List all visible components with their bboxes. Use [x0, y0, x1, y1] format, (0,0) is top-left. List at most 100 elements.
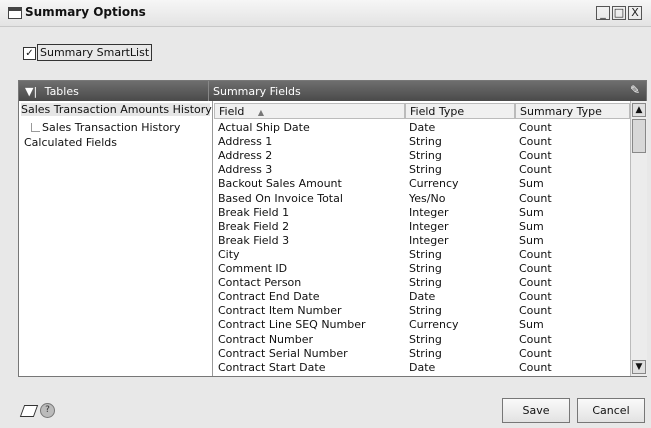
table-row[interactable]: Based On Invoice Total Yes/No Count: [214, 192, 630, 206]
summary-type-cell: Sum: [519, 233, 544, 247]
summary-type-cell: Count: [519, 262, 552, 275]
table-row[interactable]: Contract Number String Count: [214, 333, 630, 347]
tree-connector: [31, 123, 40, 132]
scroll-thumb[interactable]: [632, 119, 646, 153]
field-type-cell: Date: [409, 360, 436, 374]
summary-type-cell: Count: [519, 163, 552, 177]
tables-header[interactable]: ▼| Tables: [25, 85, 79, 98]
table-row[interactable]: Address 3 String Count: [214, 163, 630, 177]
column-header-field[interactable]: Field ▲: [214, 103, 405, 119]
title-bar: Summary Options _ □ X: [0, 0, 651, 27]
help-icon[interactable]: ?: [40, 403, 55, 418]
table-row[interactable]: Contract Start Date Date Count: [214, 361, 630, 375]
summary-options-window: Summary Options _ □ X ✓ Summary SmartLis…: [0, 0, 651, 428]
table-row[interactable]: Contract Serial Number String Count: [214, 347, 630, 361]
field-type-cell: String: [409, 247, 442, 261]
summary-type-cell: Sum: [519, 205, 544, 219]
cancel-button[interactable]: Cancel: [577, 398, 645, 423]
field-cell: Address 1: [218, 135, 273, 149]
minimize-button[interactable]: _: [596, 6, 610, 20]
table-row[interactable]: Break Field 1 Integer Sum: [214, 206, 630, 220]
field-cell: Break Field 1: [218, 205, 290, 219]
summary-type-cell: Count: [519, 121, 552, 134]
maximize-button[interactable]: □: [612, 6, 626, 20]
summary-type-cell: Sum: [519, 219, 544, 233]
table-row[interactable]: Address 2 String Count: [214, 149, 630, 163]
table-row[interactable]: City String Count: [214, 248, 630, 262]
window-icon: [8, 7, 22, 19]
table-row[interactable]: Actual Ship Date Date Count: [214, 121, 630, 135]
field-type-cell: Integer: [409, 205, 449, 219]
table-row[interactable]: Comment ID String Count: [214, 262, 630, 276]
summary-panel: ▼| Tables Summary Fields ✎ Sales Transac…: [18, 80, 647, 377]
field-type-cell: String: [409, 135, 442, 149]
field-cell: Based On Invoice Total: [218, 191, 343, 205]
field-type-cell: Yes/No: [409, 191, 446, 205]
table-row[interactable]: Break Field 3 Integer Sum: [214, 234, 630, 248]
window-title: Summary Options: [25, 5, 146, 19]
summary-smartlist-checkbox[interactable]: ✓: [23, 47, 36, 60]
field-type-cell: String: [409, 304, 442, 318]
summary-type-cell: Count: [519, 149, 552, 163]
field-cell: Actual Ship Date: [218, 121, 310, 134]
tree-item-sales-transaction-history[interactable]: Sales Transaction History: [42, 121, 180, 134]
field-cell: Comment ID: [218, 262, 288, 275]
column-header-field-type[interactable]: Field Type: [405, 103, 515, 119]
tables-tree: Sales Transaction Amounts History Sales …: [19, 101, 213, 376]
tables-header-label: Tables: [44, 85, 79, 98]
summary-fields-grid: Field ▲ Field Type Summary Type Actual S…: [214, 101, 630, 376]
summary-type-cell: Count: [519, 276, 552, 290]
field-cell: Contract Start Date: [218, 360, 326, 374]
field-cell: Contract End Date: [218, 290, 320, 304]
field-type-cell: Integer: [409, 233, 449, 247]
field-type-cell: Currency: [409, 177, 459, 191]
table-row[interactable]: Contract Item Number String Count: [214, 304, 630, 318]
scroll-down-arrow-icon[interactable]: ▼: [632, 360, 646, 374]
note-icon[interactable]: [19, 405, 39, 417]
dropdown-arrow-icon[interactable]: ▼|: [25, 85, 37, 98]
field-cell: Contact Person: [218, 276, 302, 290]
field-type-cell: Date: [409, 290, 436, 304]
close-button[interactable]: X: [628, 6, 642, 20]
field-type-cell: String: [409, 149, 442, 163]
summary-type-cell: Count: [519, 304, 552, 318]
table-row[interactable]: Contract End Date Date Count: [214, 290, 630, 304]
vertical-scrollbar[interactable]: ▲ ▼: [630, 101, 647, 376]
field-type-cell: Integer: [409, 219, 449, 233]
field-cell: Contract Line SEQ Number: [218, 318, 366, 332]
summary-fields-header: Summary Fields: [213, 85, 301, 98]
field-cell: Address 3: [218, 163, 273, 177]
table-row[interactable]: Address 1 String Count: [214, 135, 630, 149]
edit-icon[interactable]: ✎: [630, 83, 640, 97]
summary-type-cell: Sum: [519, 177, 544, 191]
tree-item-sales-transaction-amounts-history[interactable]: Sales Transaction Amounts History: [21, 103, 212, 116]
summary-type-cell: Count: [519, 290, 552, 304]
table-row[interactable]: Break Field 2 Integer Sum: [214, 220, 630, 234]
save-button[interactable]: Save: [502, 398, 570, 423]
header-divider: [208, 81, 209, 101]
summary-type-cell: Count: [519, 191, 552, 205]
summary-type-cell: Sum: [519, 318, 544, 332]
panel-header: ▼| Tables Summary Fields ✎: [19, 81, 646, 101]
field-cell: City: [218, 247, 240, 261]
table-row[interactable]: Backout Sales Amount Currency Sum: [214, 177, 630, 191]
table-row[interactable]: Contact Person String Count: [214, 276, 630, 290]
scroll-up-arrow-icon[interactable]: ▲: [632, 103, 646, 117]
tree-item-calculated-fields[interactable]: Calculated Fields: [24, 136, 117, 149]
summary-type-cell: Count: [519, 346, 552, 360]
footer: ? Save Cancel: [0, 385, 651, 428]
field-type-cell: String: [409, 262, 442, 275]
field-type-cell: String: [409, 163, 442, 177]
summary-type-cell: Count: [519, 135, 552, 149]
summary-smartlist-label[interactable]: Summary SmartList: [37, 44, 153, 61]
field-type-cell: String: [409, 346, 442, 360]
field-cell: Contract Item Number: [218, 304, 342, 318]
field-cell: Break Field 2: [218, 219, 290, 233]
field-cell: Address 2: [218, 149, 273, 163]
summary-type-cell: Count: [519, 360, 552, 374]
table-row[interactable]: Contract Line SEQ Number Currency Sum: [214, 318, 630, 332]
field-cell: Contract Number: [218, 332, 314, 346]
column-header-summary-type[interactable]: Summary Type: [515, 103, 630, 119]
field-type-cell: String: [409, 276, 442, 290]
summary-type-cell: Count: [519, 332, 552, 346]
